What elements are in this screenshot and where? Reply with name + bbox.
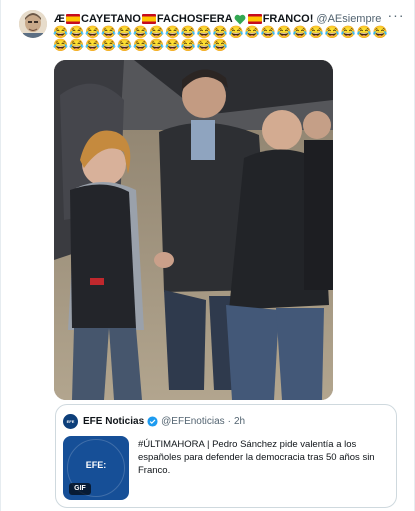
quoted-tweet[interactable]: EFE EFE Noticias @EFEnoticias · 2h EFE: … <box>55 404 397 508</box>
spain-flag-icon <box>247 14 262 24</box>
quoted-author-handle[interactable]: @EFEnoticias <box>161 414 225 429</box>
quoted-tweet-header: EFE Noticias @EFEnoticias · 2h <box>83 414 245 429</box>
tweet-text: 😂😂😂😂😂😂😂😂😂😂😂😂😂😂😂😂😂😂😂😂😂😂😂😂😂😂😂😂😂😂😂😂 <box>53 25 389 52</box>
quoted-tweet-timestamp[interactable]: 2h <box>234 414 245 429</box>
profile-avatar-icon[interactable] <box>19 10 47 38</box>
tweet-photo[interactable] <box>54 60 333 400</box>
efe-avatar[interactable]: EFE <box>63 414 78 429</box>
spain-flag-icon <box>66 14 80 24</box>
gif-badge: GIF <box>69 483 91 495</box>
quoted-tweet-text: #ÚLTIMAHORA | Pedro Sánchez pide valentí… <box>138 439 375 476</box>
spain-flag-icon <box>141 14 156 24</box>
quoted-media-thumbnail[interactable]: EFE: GIF <box>63 436 129 500</box>
more-options-icon[interactable]: ··· <box>386 8 406 25</box>
separator-dot: · <box>227 416 231 427</box>
verified-badge-icon <box>147 416 158 427</box>
green-heart-icon <box>234 14 246 24</box>
quoted-author-name[interactable]: EFE Noticias <box>83 414 144 429</box>
tweet-card[interactable]: Æ CAYETANO FACHOSFERA FRANCO! @AEsiempre… <box>0 0 415 511</box>
efe-logo: EFE: <box>85 460 107 470</box>
